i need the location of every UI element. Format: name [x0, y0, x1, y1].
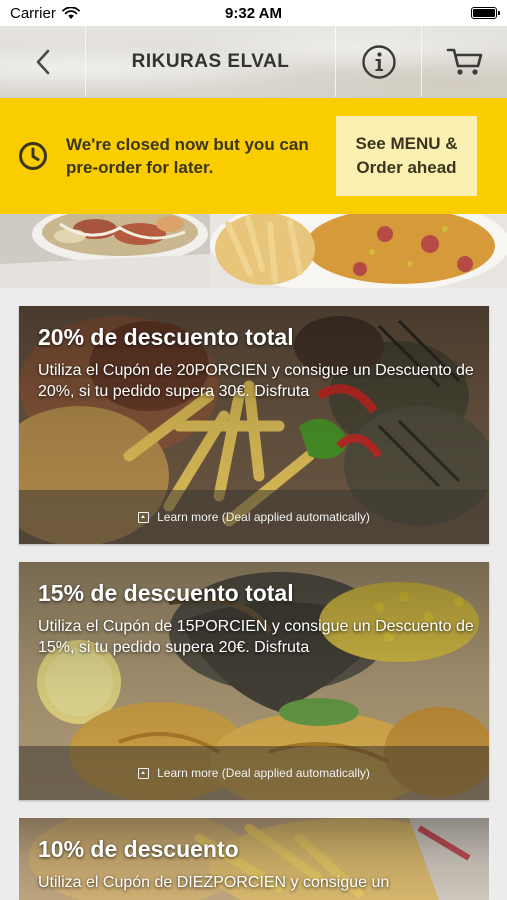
battery-fill	[473, 9, 495, 17]
deal-title: 10% de descuento	[38, 836, 239, 862]
cart-icon	[446, 48, 482, 75]
back-button[interactable]	[0, 26, 86, 97]
nav-bar: RIKURAS ELVAL	[0, 26, 507, 98]
clock-icon	[19, 142, 47, 170]
info-button[interactable]	[336, 26, 422, 97]
deal-learn-more-label: Learn more (Deal applied automatically)	[157, 766, 370, 780]
deal-title: 20% de descuento total	[38, 324, 294, 350]
closed-message: We're closed now but you can pre-order f…	[66, 135, 309, 177]
deal-description: Utiliza el Cupón de 15PORCIEN y consigue…	[38, 618, 474, 656]
closed-banner: We're closed now but you can pre-order f…	[0, 98, 507, 214]
expand-up-icon	[138, 511, 150, 523]
deal-learn-more[interactable]: Learn more (Deal applied automatically)	[19, 746, 489, 800]
deal-card[interactable]: 10% de descuento Utiliza el Cupón de DIE…	[19, 818, 489, 900]
carrier-label: Carrier	[10, 4, 56, 22]
cart-button[interactable]	[422, 26, 507, 97]
deal-description: Utiliza el Cupón de 20PORCIEN y consigue…	[38, 362, 474, 400]
deal-learn-more-label: Learn more (Deal applied automatically)	[157, 510, 370, 524]
deal-card[interactable]: 20% de descuento total Utiliza el Cupón …	[19, 306, 489, 544]
app-screen: Carrier 9:32 AM RIKURAS ELVAL We're clos…	[0, 0, 507, 900]
status-left: Carrier	[10, 5, 80, 22]
deal-learn-more[interactable]: Learn more (Deal applied automatically)	[19, 490, 489, 544]
deal-title: 15% de descuento total	[38, 580, 294, 606]
hero-food-illustration	[0, 214, 507, 288]
hero-food-image	[0, 214, 507, 288]
chevron-left-icon	[36, 49, 49, 74]
deal-card[interactable]: 15% de descuento total Utiliza el Cupón …	[19, 562, 489, 800]
nav-title-cell: RIKURAS ELVAL	[86, 26, 336, 97]
see-menu-order-ahead-button[interactable]: See MENU & Order ahead	[336, 116, 477, 196]
expand-up-icon	[138, 767, 150, 779]
deal-description: Utiliza el Cupón de DIEZPORCIEN y consig…	[38, 874, 390, 891]
battery-icon	[471, 7, 500, 19]
wifi-icon	[61, 6, 80, 19]
status-bar: Carrier 9:32 AM	[0, 0, 507, 26]
restaurant-title: RIKURAS ELVAL	[131, 50, 290, 72]
info-icon	[361, 44, 396, 79]
